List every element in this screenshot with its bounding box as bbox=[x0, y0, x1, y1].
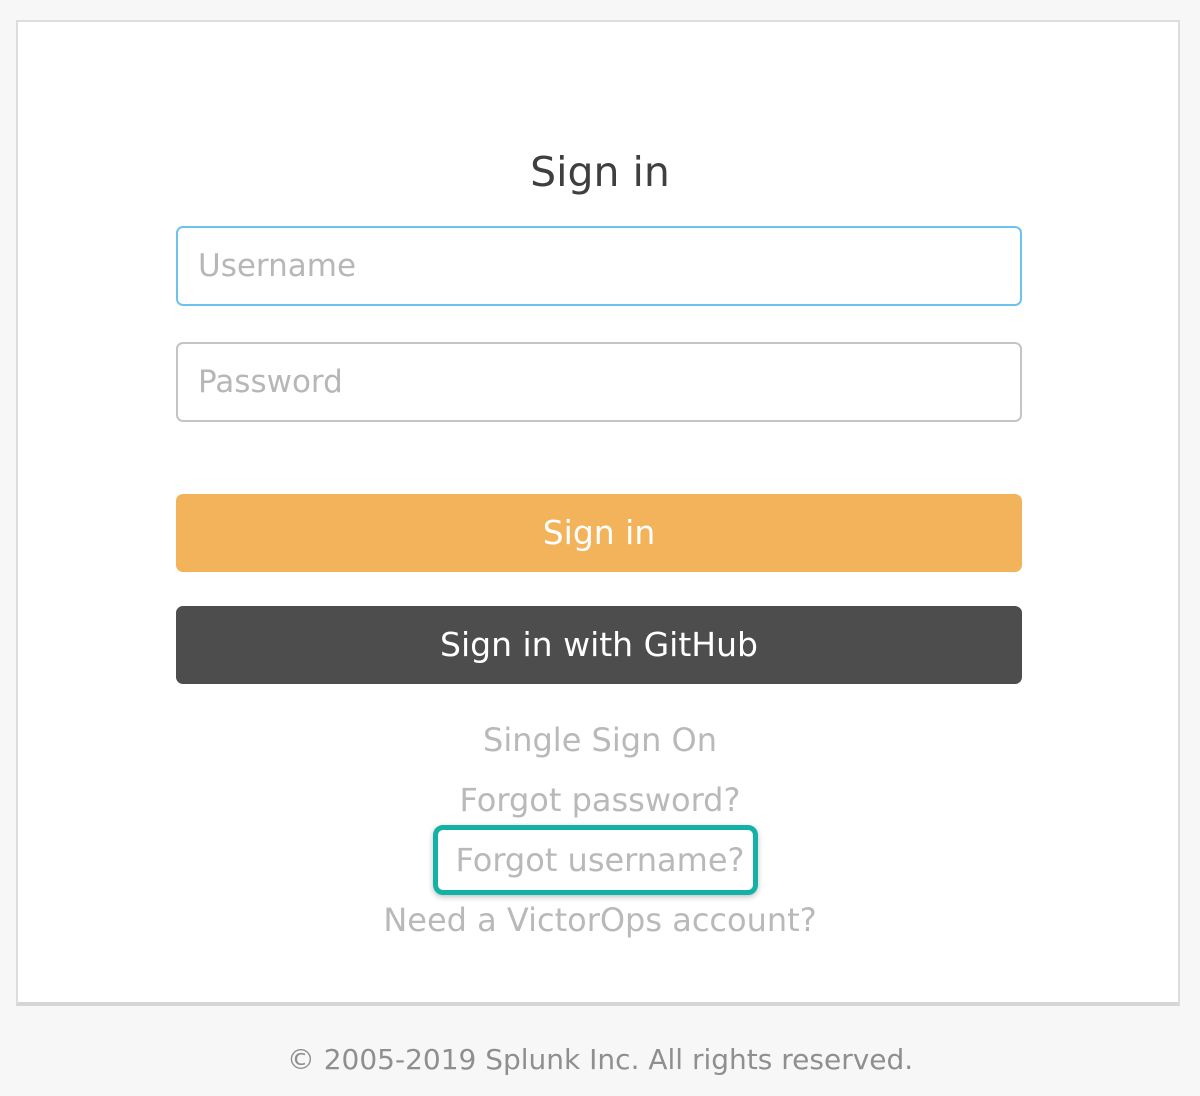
forgot-password-row: Forgot password? bbox=[18, 778, 1182, 822]
page-title: Sign in bbox=[530, 148, 670, 196]
github-signin-button[interactable]: Sign in with GitHub bbox=[176, 606, 1022, 684]
need-account-link[interactable]: Need a VictorOps account? bbox=[383, 901, 816, 939]
single-sign-on-link[interactable]: Single Sign On bbox=[483, 721, 717, 759]
forgot-username-row: Forgot username? bbox=[18, 838, 1182, 882]
signin-card: Sign in Sign in Sign in with GitHub Sing… bbox=[16, 20, 1180, 1006]
password-input[interactable] bbox=[176, 342, 1022, 422]
username-input[interactable] bbox=[176, 226, 1022, 306]
forgot-password-link[interactable]: Forgot password? bbox=[460, 781, 741, 819]
forgot-username-link[interactable]: Forgot username? bbox=[455, 841, 744, 879]
copyright-footer: © 2005-2019 Splunk Inc. All rights reser… bbox=[286, 1043, 914, 1076]
signin-button[interactable]: Sign in bbox=[176, 494, 1022, 572]
sso-link-row: Single Sign On bbox=[18, 718, 1182, 762]
need-account-row: Need a VictorOps account? bbox=[18, 898, 1182, 942]
